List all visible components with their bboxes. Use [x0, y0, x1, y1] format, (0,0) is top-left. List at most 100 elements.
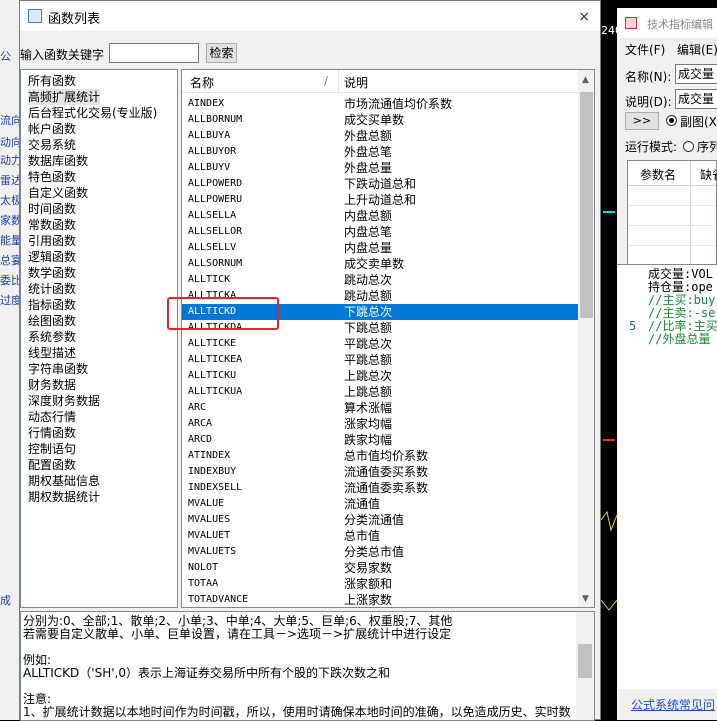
- function-desc: 内盘总额: [344, 209, 393, 223]
- function-desc: 上涨家数: [344, 593, 393, 607]
- header-name[interactable]: 名称: [190, 74, 214, 91]
- category-item[interactable]: 期权数据统计: [28, 489, 100, 505]
- scroll-down-icon[interactable]: ▼: [582, 594, 589, 604]
- expand-button[interactable]: >>: [625, 112, 659, 130]
- category-item[interactable]: 行情函数: [28, 425, 76, 441]
- category-list: 所有函数 高频扩展统计 后台程式化交易(专业版) 帐户函数 交易系统 数据库函数 特色函数自…: [20, 69, 178, 608]
- function-row[interactable]: ALLBUYOR 外盘总笔: [182, 144, 578, 160]
- function-row[interactable]: NOLOT 交易家数: [182, 560, 578, 576]
- scrollbar-thumb[interactable]: [580, 92, 593, 318]
- function-row[interactable]: MVALUETS 分类总市值: [182, 544, 578, 560]
- category-item[interactable]: 帐户函数: [28, 121, 76, 137]
- category-item[interactable]: 控制语句: [28, 441, 76, 457]
- function-desc: 上跳总次: [344, 369, 393, 383]
- category-item[interactable]: 引用函数: [28, 233, 76, 249]
- editor-title-bar: 技术指标编辑: [617, 8, 717, 38]
- function-desc: 外盘总笔: [344, 145, 393, 159]
- category-item[interactable]: 深度财务数据: [28, 393, 100, 409]
- code-editor[interactable]: 成交量:VOL 持仓量:ope //主买:buy //主卖:-se //比率:主…: [617, 264, 717, 689]
- function-row[interactable]: MVALUE 流通值: [182, 496, 578, 512]
- function-row[interactable]: TOTADVANCE 上涨家数: [182, 592, 578, 607]
- category-item[interactable]: 线型描述: [28, 345, 76, 361]
- function-row[interactable]: ARC 算术涨幅: [182, 400, 578, 416]
- function-name: MVALUES: [188, 514, 231, 525]
- sequence-radio[interactable]: [683, 141, 694, 152]
- function-row[interactable]: ALLSELLV 内盘总量: [182, 240, 578, 256]
- function-desc: 流通值: [344, 497, 381, 511]
- category-item[interactable]: 系统参数: [28, 329, 76, 345]
- category-item[interactable]: 期权基础信息: [28, 473, 100, 489]
- function-desc: 分类总市值: [344, 545, 405, 559]
- function-row[interactable]: ALLTICKEA 平跳总额: [182, 352, 578, 368]
- function-name: ALLBUYV: [188, 162, 231, 173]
- function-row[interactable]: ALLTICKU 上跳总次: [182, 368, 578, 384]
- function-row[interactable]: MVALUET 总市值: [182, 528, 578, 544]
- function-row[interactable]: TOTAA 涨家额和: [182, 576, 578, 592]
- category-item[interactable]: 自定义函数: [28, 185, 88, 201]
- code-line: 成交量:VOL: [648, 267, 713, 281]
- category-item[interactable]: 配置函数: [28, 457, 76, 473]
- window-icon: [28, 9, 42, 23]
- function-row[interactable]: ARCA 涨家均幅: [182, 416, 578, 432]
- function-desc: 涨家额和: [344, 577, 393, 591]
- header-desc[interactable]: 说明: [344, 74, 368, 91]
- function-row[interactable]: AINDEX 市场流通值均价系数: [182, 96, 578, 112]
- function-desc: 分类流通值: [344, 513, 405, 527]
- function-name: ALLPOWERU: [188, 194, 243, 205]
- function-row[interactable]: MVALUES 分类流通值: [182, 512, 578, 528]
- name-field[interactable]: 成交量: [675, 64, 717, 84]
- category-item[interactable]: 后台程式化交易(专业版): [28, 105, 157, 121]
- function-desc: 上升动道总和: [344, 193, 417, 207]
- function-row[interactable]: ALLTICKUA 上跳总额: [182, 384, 578, 400]
- category-item[interactable]: 数据库函数: [28, 153, 88, 169]
- desc-field[interactable]: 成交量: [675, 89, 717, 109]
- function-row[interactable]: ALLSELLOR 内盘总笔: [182, 224, 578, 240]
- function-desc: 涨家均幅: [344, 417, 393, 431]
- category-item[interactable]: 高频扩展统计: [28, 89, 101, 105]
- editor-icon: [625, 17, 637, 29]
- function-row[interactable]: ALLBORNUM 成交买单数: [182, 112, 578, 128]
- menu-edit[interactable]: 编辑(E): [677, 41, 717, 58]
- function-desc: 跌家均幅: [344, 433, 393, 447]
- category-item[interactable]: 交易系统: [28, 137, 76, 153]
- category-item[interactable]: 字符串函数: [28, 361, 88, 377]
- highlight-annotation: [167, 297, 279, 330]
- function-row[interactable]: INDEXSELL 流通值委卖系数: [182, 480, 578, 496]
- category-item[interactable]: 常数函数: [28, 217, 76, 233]
- function-row[interactable]: ALLTICKE 平跳总次: [182, 336, 578, 352]
- category-item[interactable]: 数学函数: [28, 265, 76, 281]
- close-icon[interactable]: ×: [578, 9, 590, 25]
- function-row[interactable]: ALLBUYV 外盘总量: [182, 160, 578, 176]
- description-panel: 分别为:0、全部;1、散单;2、小单;3、中单;4、大单;5、巨单;6、权重股;…: [20, 611, 595, 721]
- category-item[interactable]: 统计函数: [28, 281, 76, 297]
- category-item[interactable]: 时间函数: [28, 201, 76, 217]
- category-item[interactable]: 财务数据: [28, 377, 76, 393]
- function-desc: 跳动总额: [344, 289, 393, 303]
- function-row[interactable]: ALLSORNUM 成交卖单数: [182, 256, 578, 272]
- scroll-up-icon[interactable]: ▲: [582, 75, 589, 85]
- menu-file[interactable]: 文件(F): [625, 41, 665, 58]
- function-row[interactable]: ALLPOWERD 下跌动道总和: [182, 176, 578, 192]
- function-row[interactable]: ALLPOWERU 上升动道总和: [182, 192, 578, 208]
- function-row[interactable]: ARCD 跌家均幅: [182, 432, 578, 448]
- scrollbar-thumb[interactable]: [578, 644, 592, 678]
- function-name: MVALUE: [188, 498, 225, 509]
- function-row[interactable]: INDEXBUY 流通值委买系数: [182, 464, 578, 480]
- category-item[interactable]: 绘图函数: [28, 313, 76, 329]
- function-row[interactable]: ALLBUYA 外盘总额: [182, 128, 578, 144]
- help-link[interactable]: 公式系统常见问: [631, 696, 715, 713]
- vertical-scrollbar[interactable]: ▲ ▼: [578, 70, 594, 607]
- description-scrollbar[interactable]: [576, 612, 594, 720]
- category-item[interactable]: 所有函数: [28, 73, 76, 89]
- category-item[interactable]: 指标函数: [28, 297, 76, 313]
- category-item[interactable]: 动态行情: [28, 409, 76, 425]
- function-row[interactable]: ALLSELLA 内盘总额: [182, 208, 578, 224]
- description-line: ALLTICKD（'SH',0）表示上海证券交易所中所有个股的下跌次数之和: [23, 666, 390, 680]
- function-row[interactable]: ALLTICK 跳动总次: [182, 272, 578, 288]
- sub-chart-radio[interactable]: [666, 115, 677, 126]
- function-row[interactable]: ATINDEX 总市值均价系数: [182, 448, 578, 464]
- search-button[interactable]: 检索: [206, 43, 237, 63]
- search-input[interactable]: [109, 43, 199, 63]
- category-item[interactable]: 逻辑函数: [28, 249, 76, 265]
- category-item[interactable]: 特色函数: [28, 169, 76, 185]
